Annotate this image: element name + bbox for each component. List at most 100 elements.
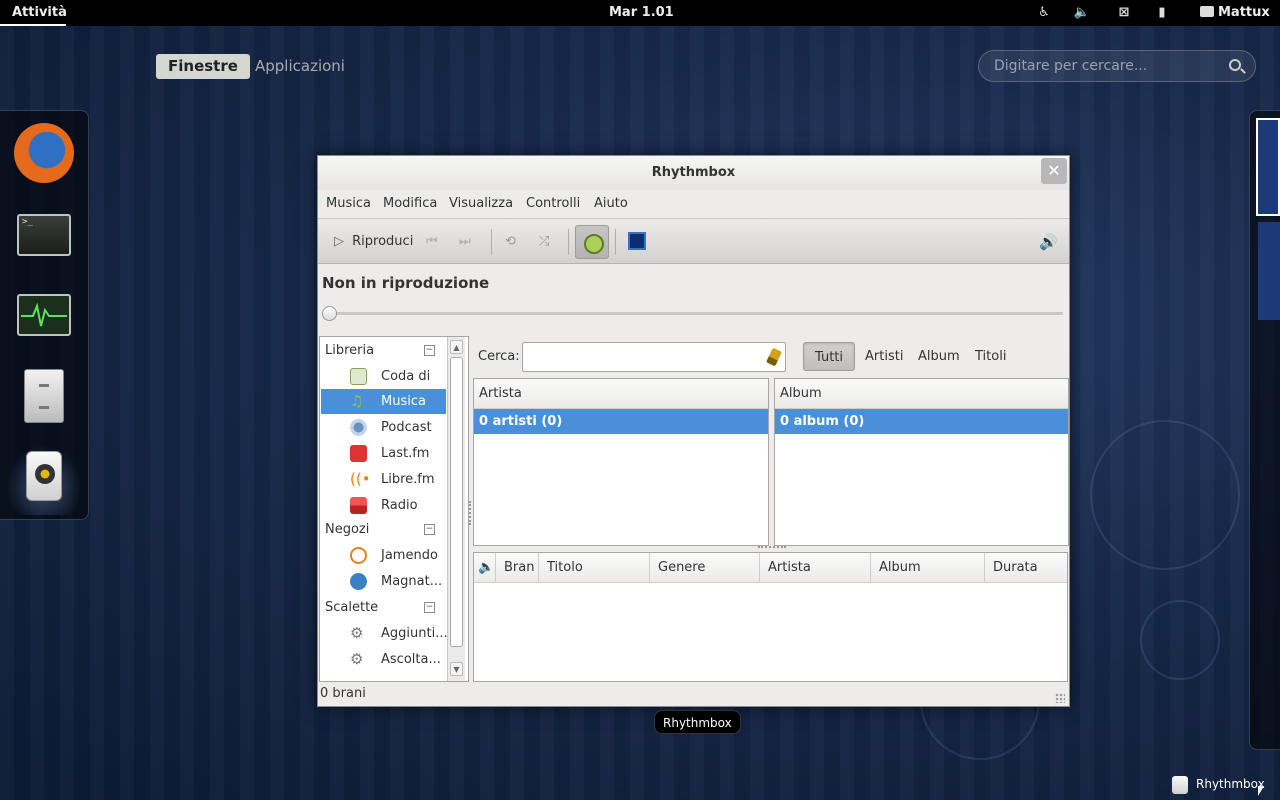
next-icon[interactable]: ⏭: [459, 229, 471, 255]
column-title[interactable]: Titolo: [539, 553, 650, 583]
sidebar-item-label: Radio: [381, 498, 418, 513]
search-placeholder: Digitare per cercare...: [994, 58, 1148, 74]
group-libreria[interactable]: Libreria: [325, 341, 374, 361]
clock[interactable]: Mar 1.01: [609, 5, 674, 20]
chat-icon: [1200, 6, 1214, 17]
tab-applications[interactable]: Applicazioni: [243, 54, 357, 79]
browse-toggle-button[interactable]: [575, 225, 609, 259]
previous-icon[interactable]: ⏮: [426, 229, 438, 255]
menubar: Musica Modifica Visualizza Controlli Aiu…: [318, 190, 1069, 218]
toolbar: ▷ Riproduci ⏮ ⏭ ⟲ ⤮ 🔊: [318, 218, 1069, 264]
sidebar-item-label: Musica: [381, 394, 426, 409]
collapse-negozi-icon[interactable]: −: [424, 524, 435, 535]
seek-bar[interactable]: [328, 312, 1063, 315]
top-panel: Attività Mar 1.01 ♿ 🔈 ⊠ ▮ Mattux: [0, 0, 1280, 26]
library-search-input[interactable]: [522, 342, 786, 372]
lastfm-icon: [350, 445, 367, 462]
artist-row-all[interactable]: 0 artisti (0): [474, 409, 768, 434]
sidebar-item-jamendo[interactable]: Jamendo: [321, 543, 446, 568]
overview-search-input[interactable]: Digitare per cercare...: [978, 50, 1256, 82]
activities-button[interactable]: Attività: [12, 5, 67, 20]
pane-splitter[interactable]: [469, 501, 472, 525]
sidebar-item-music[interactable]: ♫ Musica: [321, 389, 446, 414]
user-menu[interactable]: Mattux: [1200, 5, 1270, 20]
column-artist[interactable]: Artista: [760, 553, 871, 583]
system-monitor-icon[interactable]: [17, 294, 71, 336]
pane-grip[interactable]: [758, 546, 786, 549]
album-pane: Album 0 album (0): [774, 378, 1069, 546]
activities-indicator: [0, 24, 66, 26]
sidebar-item-playlist-added[interactable]: ⚙ Aggiunti...: [321, 621, 448, 646]
album-row-all[interactable]: 0 album (0): [775, 409, 1068, 434]
close-button[interactable]: ✕: [1041, 158, 1067, 184]
filter-albums-button[interactable]: Album: [907, 342, 971, 371]
rhythmbox-icon[interactable]: [26, 451, 62, 501]
window-title[interactable]: Rhythmbox: [318, 156, 1069, 190]
scroll-up-icon[interactable]: ▲: [450, 340, 463, 354]
toolbar-separator: [491, 229, 492, 255]
sidebar-scrollbar[interactable]: ▲ ▼: [447, 337, 465, 681]
menu-modifica[interactable]: Modifica: [383, 196, 437, 211]
artist-column-header[interactable]: Artista: [474, 379, 768, 409]
collapse-libreria-icon[interactable]: −: [424, 345, 435, 356]
column-duration[interactable]: Durata: [985, 553, 1067, 583]
sidebar-item-lastfm[interactable]: Last.fm: [321, 441, 446, 466]
album-column-header[interactable]: Album: [775, 379, 1068, 409]
queue-icon: [350, 368, 367, 385]
message-tray-item[interactable]: Rhythmbox: [1172, 772, 1265, 796]
menu-controlli[interactable]: Controlli: [526, 196, 580, 211]
sidebar-item-label: Ascolta...: [381, 652, 441, 667]
column-track[interactable]: Bran: [496, 553, 539, 583]
collapse-scalette-icon[interactable]: −: [424, 602, 435, 613]
battery-icon[interactable]: ▮: [1153, 4, 1171, 22]
workspace-thumbnail-1[interactable]: [1256, 118, 1280, 216]
playing-column-icon[interactable]: 🔈: [474, 553, 496, 583]
sidebar-item-playlist-listened[interactable]: ⚙ Ascolta...: [321, 647, 446, 672]
play-button[interactable]: ▷ Riproduci: [334, 229, 413, 255]
group-negozi[interactable]: Negozi: [325, 520, 369, 540]
search-label: Cerca:: [478, 349, 520, 364]
clear-search-icon[interactable]: [766, 347, 782, 367]
seek-handle[interactable]: [322, 306, 337, 321]
menu-musica[interactable]: Musica: [326, 196, 371, 211]
tab-windows[interactable]: Finestre: [156, 54, 250, 79]
artist-pane: Artista 0 artisti (0): [473, 378, 769, 546]
toolbar-separator: [615, 229, 616, 255]
sidebar-item-librefm[interactable]: ((• Libre.fm: [321, 467, 446, 492]
toolbar-separator: [568, 229, 569, 255]
workspace-thumbnail-2[interactable]: [1258, 222, 1280, 320]
sidebar-item-magnatune[interactable]: Magnat...: [321, 569, 446, 594]
sidebar-item-label: Jamendo: [381, 548, 438, 563]
scroll-down-icon[interactable]: ▼: [450, 662, 463, 676]
jamendo-icon: [350, 547, 367, 564]
tray-label: Rhythmbox: [1196, 777, 1265, 791]
filter-artists-button[interactable]: Artisti: [854, 342, 914, 371]
firefox-icon[interactable]: [14, 123, 74, 183]
rhythmbox-tray-icon: [1172, 775, 1188, 794]
volume-button[interactable]: 🔊: [1039, 233, 1059, 251]
sidebar-item-radio[interactable]: Radio: [321, 493, 446, 518]
sidebar-item-queue[interactable]: Coda di ...: [321, 364, 446, 409]
filter-titles-button[interactable]: Titoli: [964, 342, 1017, 371]
shuffle-icon[interactable]: ⤮: [539, 229, 549, 255]
accessibility-icon[interactable]: ♿: [1035, 4, 1053, 22]
resize-grip-icon[interactable]: [1055, 693, 1065, 703]
menu-aiuto[interactable]: Aiuto: [594, 196, 628, 211]
source-list: Libreria − Coda di ... ♫ Musica Podcast …: [319, 336, 469, 682]
column-genre[interactable]: Genere: [650, 553, 760, 583]
visualization-icon[interactable]: [628, 232, 646, 250]
volume-icon[interactable]: 🔈: [1073, 4, 1091, 22]
network-icon[interactable]: ⊠: [1115, 4, 1133, 22]
column-album[interactable]: Album: [871, 553, 985, 583]
terminal-icon[interactable]: [17, 214, 71, 256]
rhythmbox-window[interactable]: Rhythmbox ✕ Musica Modifica Visualizza C…: [317, 155, 1070, 707]
group-scalette[interactable]: Scalette: [325, 598, 378, 618]
filter-all-button[interactable]: Tutti: [803, 342, 856, 371]
sidebar-item-label: Last.fm: [381, 446, 430, 461]
scrollbar-thumb[interactable]: [450, 357, 463, 647]
sidebar-item-podcast[interactable]: Podcast: [321, 415, 446, 440]
repeat-icon[interactable]: ⟲: [505, 229, 516, 255]
menu-visualizza[interactable]: Visualizza: [449, 196, 513, 211]
file-cabinet-icon[interactable]: [24, 369, 64, 423]
search-icon: [1229, 59, 1241, 71]
